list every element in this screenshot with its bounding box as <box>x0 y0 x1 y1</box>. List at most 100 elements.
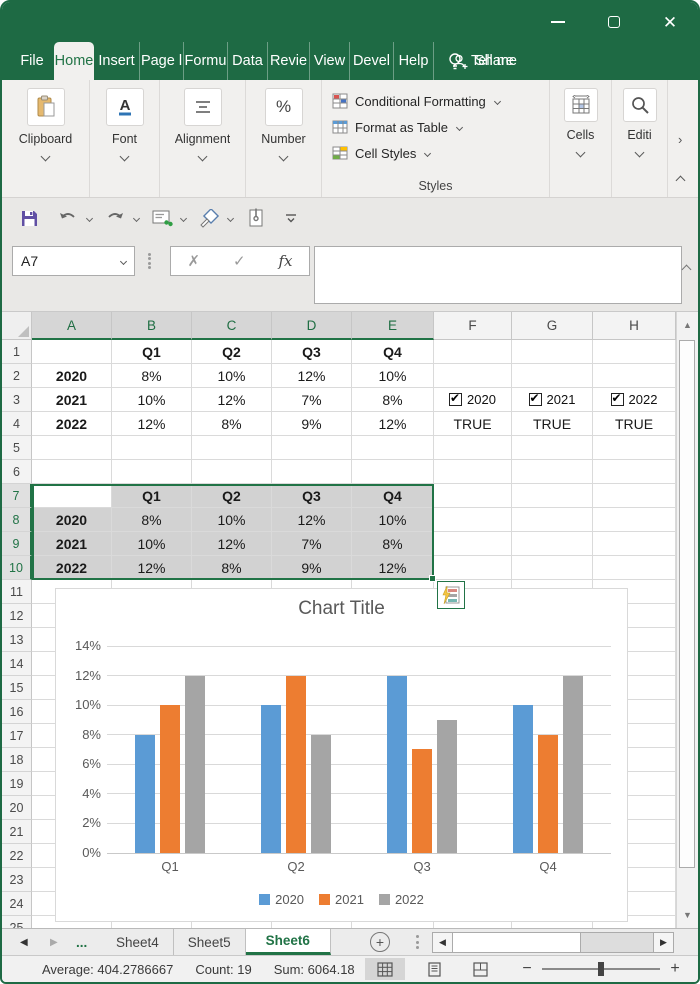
shape-dropdown-chevron-icon[interactable] <box>226 214 235 222</box>
cells-button[interactable] <box>563 88 598 122</box>
cell[interactable] <box>352 460 434 484</box>
name-box[interactable]: A7 <box>12 246 135 276</box>
row-header-11[interactable]: 11 <box>2 580 32 604</box>
cell-C9[interactable]: 12% <box>192 532 272 556</box>
row-header-24[interactable]: 24 <box>2 892 32 916</box>
scroll-down-icon[interactable]: ▼ <box>677 902 698 928</box>
cells-group-chevron-icon[interactable] <box>575 147 586 158</box>
font-group-chevron-icon[interactable] <box>119 151 130 162</box>
legend-item-2020[interactable]: 2020 <box>259 892 304 907</box>
format-as-table-button[interactable]: Format as Table <box>332 114 464 140</box>
tab-file[interactable]: File <box>10 42 54 80</box>
ribbon-scroll-right-icon[interactable]: › <box>678 132 682 147</box>
row-header-7[interactable]: 7 <box>2 484 32 508</box>
zoom-slider[interactable] <box>542 962 660 976</box>
cell[interactable] <box>593 340 676 364</box>
sheet-tab-sheet6[interactable]: Sheet6 <box>245 929 331 955</box>
cell[interactable] <box>512 364 593 388</box>
row-header-2[interactable]: 2 <box>2 364 32 388</box>
sheet-list-ellipsis[interactable]: ... <box>76 929 87 955</box>
cell-G4[interactable]: TRUE <box>512 412 593 436</box>
select-all-corner[interactable] <box>2 312 32 340</box>
cell[interactable] <box>512 340 593 364</box>
cell[interactable] <box>32 460 112 484</box>
row-header-18[interactable]: 18 <box>2 748 32 772</box>
new-sheet-button[interactable]: + <box>370 932 390 952</box>
contact-card-dropdown-chevron-icon[interactable] <box>179 214 188 222</box>
cell-D10[interactable]: 9% <box>272 556 352 580</box>
tab-revie[interactable]: Revie <box>268 42 310 80</box>
row-header-21[interactable]: 21 <box>2 820 32 844</box>
tab-formu[interactable]: Formu <box>184 42 228 80</box>
cell-D2[interactable]: 12% <box>272 364 352 388</box>
sheet-tab-sheet4[interactable]: Sheet4 <box>102 929 174 955</box>
bar-2022-Q4[interactable] <box>563 676 583 853</box>
clipboard-group[interactable]: Clipboard <box>2 80 90 197</box>
row-header-20[interactable]: 20 <box>2 796 32 820</box>
bar-2021-Q3[interactable] <box>412 749 432 853</box>
vertical-scrollbar[interactable]: ▲ ▼ <box>676 312 698 928</box>
zoom-out-button[interactable]: − <box>520 960 534 978</box>
tab-page-l[interactable]: Page l <box>140 42 184 80</box>
bar-2020-Q1[interactable] <box>135 735 155 853</box>
customize-quick-access-button[interactable] <box>279 204 303 232</box>
cell[interactable] <box>192 436 272 460</box>
cell-E3[interactable]: 8% <box>352 388 434 412</box>
cell[interactable] <box>32 436 112 460</box>
cell[interactable] <box>512 460 593 484</box>
cell-B10[interactable]: 12% <box>112 556 192 580</box>
cell[interactable] <box>593 508 676 532</box>
cell-B8[interactable]: 8% <box>112 508 192 532</box>
cell-D3[interactable]: 7% <box>272 388 352 412</box>
row-header-23[interactable]: 23 <box>2 868 32 892</box>
font-button[interactable]: A <box>105 88 144 126</box>
confirm-entry-button[interactable]: ✓ <box>233 252 246 270</box>
column-header-D[interactable]: D <box>272 312 352 340</box>
row-header-12[interactable]: 12 <box>2 604 32 628</box>
touch-mode-button[interactable] <box>243 204 269 232</box>
column-header-G[interactable]: G <box>512 312 593 340</box>
row-header-3[interactable]: 3 <box>2 388 32 412</box>
cell[interactable] <box>434 460 512 484</box>
cell-A9[interactable]: 2021 <box>32 532 112 556</box>
column-header-C[interactable]: C <box>192 312 272 340</box>
cell[interactable] <box>434 556 512 580</box>
column-header-A[interactable]: A <box>32 312 112 340</box>
cell-C4[interactable]: 8% <box>192 412 272 436</box>
cell[interactable] <box>512 508 593 532</box>
cell[interactable] <box>593 532 676 556</box>
cell[interactable] <box>434 436 512 460</box>
cell-A8[interactable]: 2020 <box>32 508 112 532</box>
cell-C2[interactable]: 10% <box>192 364 272 388</box>
cell-C10[interactable]: 8% <box>192 556 272 580</box>
cell[interactable] <box>593 556 676 580</box>
cell-D7[interactable]: Q3 <box>272 484 352 508</box>
cell-E8[interactable]: 10% <box>352 508 434 532</box>
cell-D4[interactable]: 9% <box>272 412 352 436</box>
cell-B3[interactable]: 10% <box>112 388 192 412</box>
shape-button[interactable] <box>196 204 222 232</box>
row-header-1[interactable]: 1 <box>2 340 32 364</box>
vertical-scrollbar-thumb[interactable] <box>679 340 695 868</box>
cell[interactable] <box>434 532 512 556</box>
cell[interactable] <box>32 340 112 364</box>
row-header-19[interactable]: 19 <box>2 772 32 796</box>
undo-button[interactable] <box>55 204 81 232</box>
cell-E2[interactable]: 10% <box>352 364 434 388</box>
redo-dropdown-chevron-icon[interactable] <box>132 214 141 222</box>
tab-home[interactable]: Home <box>54 42 94 80</box>
conditional-formatting-button[interactable]: Conditional Formatting <box>332 88 501 114</box>
cell[interactable] <box>112 460 192 484</box>
formula-input[interactable] <box>314 246 682 304</box>
tab-help[interactable]: Help <box>394 42 434 80</box>
alignment-button[interactable] <box>183 88 222 126</box>
scroll-left-icon[interactable]: ◀ <box>433 933 453 952</box>
cell-C1[interactable]: Q2 <box>192 340 272 364</box>
cell-B2[interactable]: 8% <box>112 364 192 388</box>
row-header-15[interactable]: 15 <box>2 676 32 700</box>
checkbox-2020[interactable]: ✔ <box>449 391 463 406</box>
bar-2021-Q2[interactable] <box>286 676 306 853</box>
cell[interactable] <box>112 436 192 460</box>
column-header-H[interactable]: H <box>593 312 676 340</box>
cell-B9[interactable]: 10% <box>112 532 192 556</box>
